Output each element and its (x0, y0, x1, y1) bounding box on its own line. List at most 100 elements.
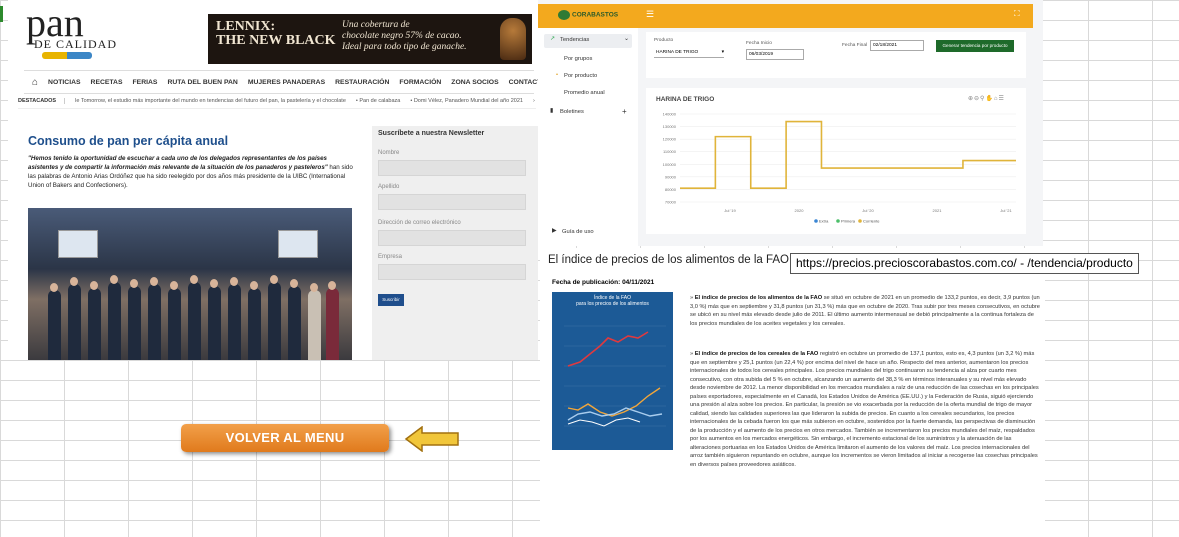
newsletter-panel: Suscríbete a nuestra Newsletter Nombre A… (372, 126, 538, 360)
legend-marker[interactable] (858, 219, 862, 223)
book-icon: ▮ (550, 108, 554, 114)
nav-zona-socios[interactable]: ZONA SOCIOS (451, 79, 498, 86)
nav-recetas[interactable]: RECETAS (91, 79, 123, 86)
fao-index-figure: Índice de la FAO para los precios de los … (552, 292, 673, 450)
x-tick-label: Jul '21 (1000, 208, 1012, 213)
corabastos-panel: CORABASTOS ☰ ⛶ ↗ Tendencias ⌄ Por grupos… (538, 0, 1043, 246)
producto-label: Producto (654, 38, 674, 43)
ticker-item[interactable]: • Pan de calabaza (356, 98, 400, 104)
app-sidebar: ↗ Tendencias ⌄ Por grupos • Por producto… (538, 28, 638, 246)
field-label: Empresa (378, 254, 403, 260)
sidebar-item-boletines[interactable]: Boletines (560, 109, 584, 115)
legend-marker[interactable] (836, 219, 840, 223)
fao-article-panel: El índice de precios de los alimentos de… (540, 248, 1139, 537)
site-logo-subtitle: DE CALIDAD (34, 37, 117, 51)
sidebar-item-promedio-anual[interactable]: Promedio anual (564, 90, 605, 96)
y-tick-label: 120000 (663, 137, 677, 142)
corabastos-logo[interactable]: CORABASTOS (558, 10, 618, 20)
nav-mujeres-panaderas[interactable]: MUJERES PANADERAS (248, 79, 325, 86)
highlights-ticker: DESTACADOS le Tomorrow, el estudio más i… (18, 94, 536, 109)
ticker-item[interactable]: • Domi Vélez, Panadero Mundial del año 2… (410, 98, 523, 104)
sidebar-item-por-grupos[interactable]: Por grupos (564, 56, 592, 62)
projector-screen (58, 230, 98, 258)
field-label: Nombre (378, 150, 400, 156)
main-nav: ⌂ NOTICIAS RECETAS FERIAS RUTA DEL BUEN … (24, 70, 547, 94)
y-tick-label: 140000 (663, 112, 677, 117)
field-label: Apellido (378, 184, 400, 190)
sidebar-item-label: Tendencias (560, 37, 590, 43)
projector-screen (278, 230, 318, 258)
article-title[interactable]: Consumo de pan per cápita anual (28, 134, 228, 148)
x-tick-label: 2020 (795, 208, 805, 213)
chart-toolbar-icons[interactable]: ⊕⊖⚲✋⌂☰ (968, 95, 1005, 102)
sidebar-item-guia[interactable]: Guía de uso (562, 229, 594, 235)
fecha-inicio-label: Fecha Inicio (746, 41, 772, 46)
fullscreen-icon[interactable]: ⛶ (1014, 9, 1020, 19)
ticker-item[interactable]: le Tomorrow, el estudio más importante d… (75, 98, 346, 104)
price-chart-card: HARINA DE TRIGO ⊕⊖⚲✋⌂☰ 140000 130000 12000… (646, 88, 1026, 234)
article-photo (28, 208, 352, 360)
legend-label[interactable]: Corriente (863, 219, 880, 224)
volver-al-menu-button[interactable]: VOLVER AL MENU (181, 424, 389, 452)
price-line-chart: 140000 130000 120000 110000 100000 90000 80000… (663, 112, 1016, 224)
play-icon: ▶ (552, 228, 557, 234)
nav-restauracion[interactable]: RESTAURACIÓN (335, 79, 389, 86)
legend-marker[interactable] (814, 219, 818, 223)
url-tooltip: https://precios.precioscorabastos.com.co… (790, 253, 1139, 274)
article-lead: "Hemos tenido la oportunidad de escuchar… (28, 155, 353, 189)
email-input[interactable] (378, 230, 526, 246)
fao-mini-chart (564, 325, 666, 427)
fecha-final-label: Fecha Final (842, 43, 868, 48)
ad-headline: LENNIX: THE NEW BLACK (216, 19, 336, 48)
fecha-final-input[interactable]: 02/18/2021 (870, 40, 924, 51)
y-tick-label: 70000 (665, 200, 677, 205)
publication-date: Fecha de publicación: 04/11/2021 (552, 279, 655, 286)
chart-title: HARINA DE TRIGO (656, 96, 715, 103)
y-tick-label: 110000 (663, 149, 677, 154)
ad-tagline: Una cobertura de chocolate negro 57% de c… (342, 20, 467, 52)
logo-mark-icon (42, 52, 92, 59)
producto-select[interactable]: HARINA DE TRIGO ▾ (654, 48, 724, 58)
x-tick-label: 2021 (933, 208, 943, 213)
nav-noticias[interactable]: NOTICIAS (48, 79, 80, 86)
apellido-input[interactable] (378, 194, 526, 210)
app-topbar: CORABASTOS ☰ ⛶ (538, 4, 1033, 28)
figure-title: Índice de la FAO para los precios de los … (576, 295, 649, 307)
y-tick-label: 130000 (663, 124, 677, 129)
chevron-down-icon: ⌄ (624, 36, 629, 42)
newsletter-title: Suscríbete a nuestra Newsletter (378, 130, 485, 137)
subscribe-button[interactable]: Suscribir (378, 294, 404, 306)
nav-formacion[interactable]: FORMACIÓN (399, 79, 441, 86)
legend-label[interactable]: Extra (819, 219, 829, 224)
y-tick-label: 90000 (665, 174, 677, 179)
nav-ruta-buen-pan[interactable]: RUTA DEL BUEN PAN (167, 79, 237, 86)
nav-ferias[interactable]: FERIAS (133, 79, 158, 86)
y-tick-label: 100000 (663, 162, 677, 167)
plus-icon[interactable]: + (622, 107, 627, 116)
chocolate-drop-icon (500, 18, 526, 60)
ad-banner[interactable]: LENNIX: THE NEW BLACK Una cobertura de cho… (208, 14, 532, 64)
pan-de-calidad-panel: pan DE CALIDAD LENNIX: THE NEW BLACK Una … (8, 0, 547, 360)
generate-trend-button[interactable]: Generar tendencia por producto (936, 40, 1014, 52)
trend-icon: ↗ (550, 36, 555, 42)
hamburger-icon[interactable]: ☰ (646, 9, 654, 20)
chevron-right-icon[interactable]: › (533, 98, 535, 104)
sidebar-item-por-producto[interactable]: Por producto (564, 73, 597, 79)
arrow-left-icon[interactable] (404, 426, 460, 452)
empresa-input[interactable] (378, 264, 526, 280)
field-label: Dirección de correo electrónico (378, 220, 461, 226)
fao-paragraph-2: » El índice de precios de los cereales d… (690, 351, 1039, 468)
bullet-icon: • (556, 72, 559, 78)
filters-card: Producto HARINA DE TRIGO ▾ Fecha Inicio … (646, 32, 1026, 78)
fecha-inicio-input[interactable]: 06/03/2019 (746, 49, 804, 60)
home-icon[interactable]: ⌂ (24, 77, 38, 88)
cell-selection-marker (0, 6, 3, 22)
site-logo[interactable]: pan (26, 3, 84, 43)
x-tick-label: Jul '20 (862, 208, 874, 213)
article: Consumo de pan per cápita anual "Hemos t… (16, 118, 366, 360)
fao-title: El índice de precios de los alimentos de… (548, 254, 799, 266)
x-tick-label: Jul '19 (724, 208, 736, 213)
nombre-input[interactable] (378, 160, 526, 176)
y-tick-label: 80000 (665, 187, 677, 192)
legend-label[interactable]: Primera (841, 219, 856, 224)
